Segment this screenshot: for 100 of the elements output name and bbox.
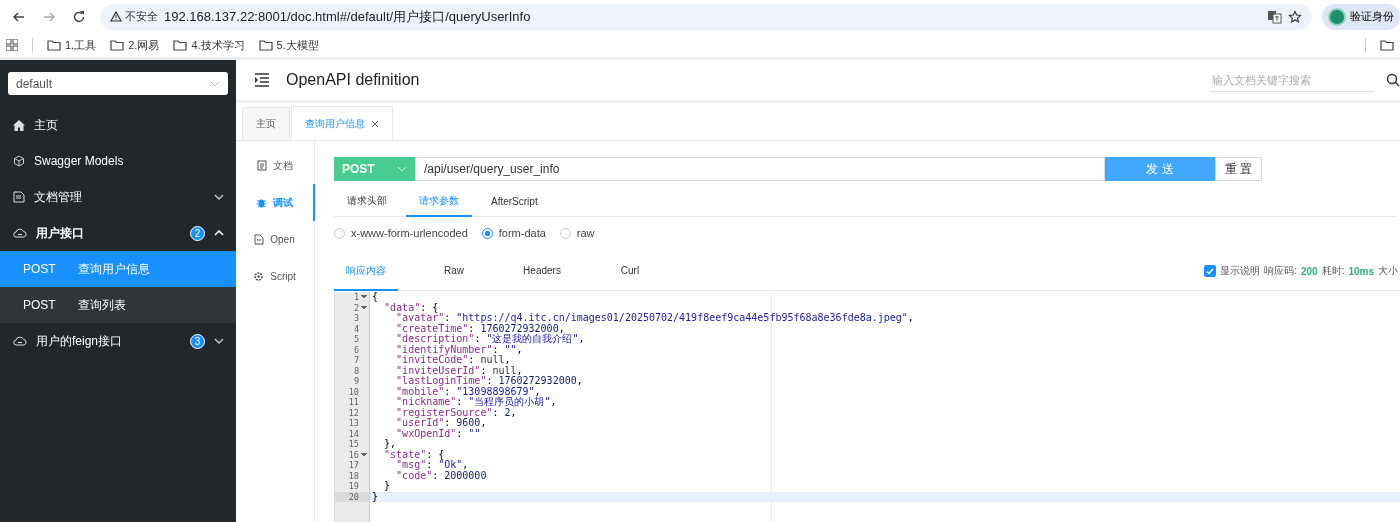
status-value: 200 xyxy=(1300,265,1318,277)
line-number: 11 xyxy=(348,397,360,408)
back-icon[interactable] xyxy=(12,9,26,24)
code-line: "inviteCode": null, xyxy=(395,354,511,365)
line-number: 6 xyxy=(353,344,360,355)
status-value: 10ms xyxy=(1348,265,1374,277)
side-tab[interactable]: 文档 xyxy=(236,147,315,184)
line-number: 20 xyxy=(348,491,360,502)
chevron-down-icon xyxy=(214,338,224,344)
folder-icon xyxy=(47,39,61,51)
side-tab[interactable]: Open xyxy=(236,221,315,258)
line-number: 19 xyxy=(348,481,360,492)
line-number: 17 xyxy=(348,460,360,471)
document-icon xyxy=(13,191,25,203)
bookmark[interactable]: 5.大模型 xyxy=(258,37,319,53)
apps-icon[interactable] xyxy=(6,39,18,51)
code-line: "wxOpenId": "" xyxy=(395,427,481,439)
code-line: "userId": 9600, xyxy=(395,417,487,428)
menu-item[interactable]: Swagger Models xyxy=(0,143,236,179)
warning-icon xyxy=(110,11,122,22)
bookmark[interactable]: 4.技术学习 xyxy=(173,37,245,53)
bookmark[interactable]: 2.网易 xyxy=(110,37,160,53)
response-tab[interactable]: Headers xyxy=(510,252,574,291)
code-line: "lastLoginTime": 1760272932000, xyxy=(395,375,583,386)
response-tab[interactable]: Curl xyxy=(598,252,662,291)
page-title: OpenAPI definition xyxy=(286,71,421,89)
menu-item[interactable]: 主页 xyxy=(0,107,236,143)
avatar-icon xyxy=(1328,7,1346,26)
menu-subitem[interactable]: POST 查询列表 xyxy=(0,287,236,323)
menu-item[interactable]: 用户的feign接口 3 xyxy=(0,323,236,359)
menu-fold-icon[interactable] xyxy=(254,73,270,87)
endpoint-label: 查询列表 xyxy=(77,296,126,314)
group-select[interactable]: default xyxy=(8,72,228,95)
method-label: POST xyxy=(23,262,56,276)
code-line: "inviteUserId": null, xyxy=(395,364,523,376)
request-tab[interactable]: AfterScript xyxy=(478,187,551,217)
translate-icon[interactable] xyxy=(1267,9,1282,24)
page-tab[interactable]: 主页 xyxy=(242,107,290,140)
menu-item[interactable]: 文档管理 xyxy=(0,179,236,215)
line-number: 1 xyxy=(353,292,367,303)
checkbox-label[interactable]: 显示说明 xyxy=(1220,264,1261,278)
file-icon xyxy=(254,234,265,245)
folder-icon xyxy=(173,39,188,51)
request-tab[interactable]: 请求头部 xyxy=(334,187,400,217)
count-badge: 3 xyxy=(190,333,205,349)
code-line: } xyxy=(383,480,391,491)
radio-button[interactable] xyxy=(481,227,493,239)
bug-icon xyxy=(256,197,267,208)
search-icon[interactable] xyxy=(1386,73,1400,87)
code-line: "nickname": "当程序员的小胡", xyxy=(395,396,557,407)
status-label: 耗时: xyxy=(1321,264,1345,278)
line-number: 18 xyxy=(348,470,360,481)
line-number: 16 xyxy=(348,449,367,460)
profile-button[interactable]: 验证身份 xyxy=(1322,3,1400,30)
status-label: 大小 xyxy=(1378,264,1398,278)
chevron-down-icon xyxy=(214,194,224,200)
code-line: "data": { xyxy=(383,301,439,313)
endpoint-label: 查询用户信息 xyxy=(77,260,150,278)
select-value: default xyxy=(16,76,53,91)
document-icon xyxy=(256,160,267,171)
bookmark[interactable]: 1.工具 xyxy=(47,37,97,53)
menu-item[interactable]: 用户接口 2 xyxy=(0,215,236,251)
line-number: 13 xyxy=(348,418,360,429)
address-bar[interactable]: 不安全 192.168.137.22:8001/doc.html#/default/用户接口/queryUserInfo xyxy=(100,3,1312,30)
cloud-icon xyxy=(13,336,27,346)
cube-icon xyxy=(13,155,25,167)
checkbox[interactable] xyxy=(1204,265,1217,277)
line-number: 2 xyxy=(353,302,367,313)
url-field[interactable]: /api/user/query_user_info xyxy=(415,157,1105,181)
radio-label[interactable]: raw xyxy=(576,227,595,239)
response-tab[interactable]: Raw xyxy=(422,252,486,291)
line-number: 10 xyxy=(348,386,360,397)
code-line: "createTime": 1760272932000, xyxy=(395,322,565,334)
star-icon[interactable] xyxy=(1288,9,1302,24)
radio-label[interactable]: form-data xyxy=(498,227,546,239)
radio-label[interactable]: x-www-form-urlencoded xyxy=(351,227,468,239)
security-label[interactable]: 不安全 xyxy=(125,9,158,24)
side-tab[interactable]: Script xyxy=(236,258,315,295)
check-icon xyxy=(1206,267,1215,275)
line-number: 4 xyxy=(353,323,360,334)
radio-button[interactable] xyxy=(559,227,571,239)
line-number: 12 xyxy=(348,407,360,418)
folder-icon[interactable] xyxy=(1380,39,1394,51)
line-number: 15 xyxy=(348,439,360,450)
close-icon[interactable] xyxy=(371,119,379,128)
radio-button[interactable] xyxy=(334,227,345,239)
reload-icon[interactable] xyxy=(72,9,86,24)
code-line: "avatar": "https://q4.itc.cn/images01/20250702/419f8eef9ca44e5fb95f68a8e36fde8a.jpeg", xyxy=(395,312,914,323)
reset-button[interactable]: 重 置 xyxy=(1215,157,1262,181)
folder-icon xyxy=(110,39,125,51)
code-line: "msg": "Ok", xyxy=(395,459,469,470)
code-line: }, xyxy=(383,438,397,449)
chevron-down-icon xyxy=(210,80,220,87)
code-line: "description": "这是我的自我介绍", xyxy=(395,333,585,344)
line-number: 8 xyxy=(353,365,360,376)
line-number: 3 xyxy=(353,313,360,324)
url-text[interactable]: 192.168.137.22:8001/doc.html#/default/用户接口/queryUserInfo xyxy=(164,7,1261,26)
line-number: 7 xyxy=(353,355,360,366)
code-line: } xyxy=(372,490,379,502)
line-number: 14 xyxy=(348,428,360,439)
